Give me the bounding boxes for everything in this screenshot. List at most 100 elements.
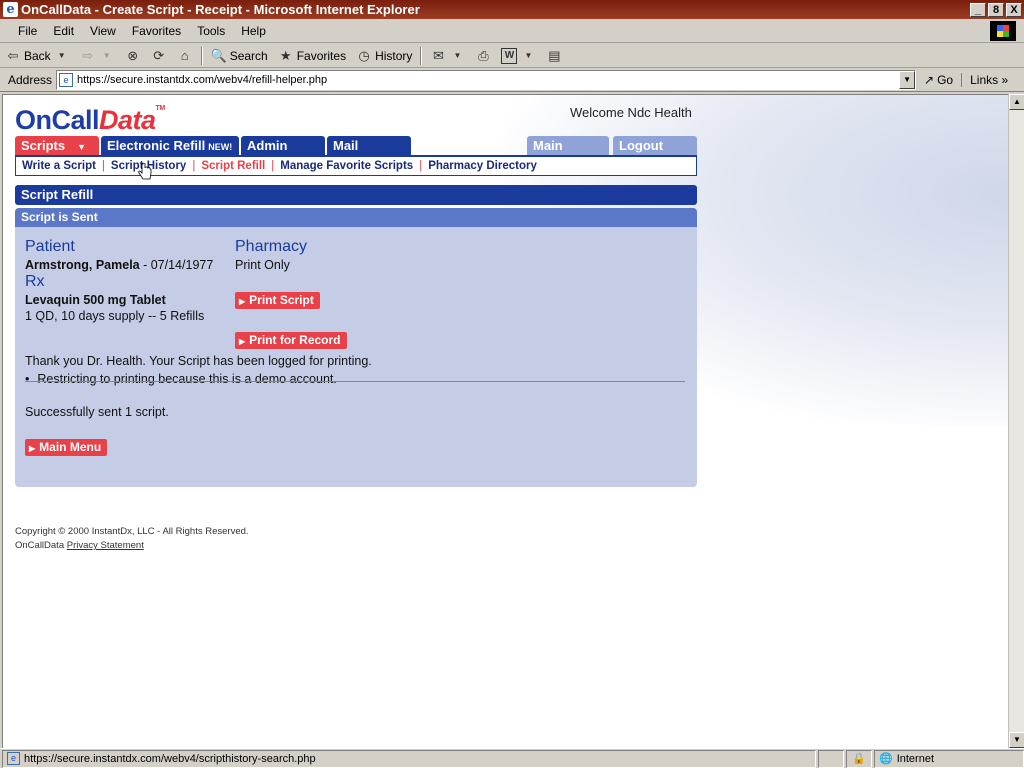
subnav-script-refill[interactable]: Script Refill	[201, 160, 265, 172]
menu-view[interactable]: View	[82, 24, 124, 38]
bullet-icon: •	[25, 372, 30, 386]
search-label: Search	[229, 48, 268, 63]
word-icon: W	[501, 47, 518, 64]
history-icon: ◷	[358, 47, 370, 63]
privacy-statement-link[interactable]: Privacy Statement	[67, 540, 144, 551]
search-icon: 🔍	[210, 47, 227, 63]
tab-mail[interactable]: Mail	[327, 136, 411, 155]
section-title-bar: Script Refill	[15, 185, 697, 205]
dropdown-arrow-icon: ▼	[102, 51, 111, 60]
title-bar: e OnCallData - Create Script - Receipt -…	[0, 0, 1024, 19]
address-dropdown-button[interactable]: ▼	[899, 71, 916, 89]
forward-arrow-icon: ⇨	[82, 47, 94, 63]
home-button[interactable]: ⌂	[172, 48, 198, 64]
history-label: History	[375, 48, 413, 63]
history-button[interactable]: ◷ History	[351, 48, 417, 64]
subnav-manage-favorites[interactable]: Manage Favorite Scripts	[280, 160, 413, 172]
print-for-record-button[interactable]: ▶ Print for Record	[235, 332, 347, 349]
refresh-button[interactable]: ⟳	[146, 48, 172, 64]
windows-logo-icon	[990, 21, 1016, 41]
search-button[interactable]: 🔍 Search	[206, 48, 273, 64]
status-url: https://secure.instantdx.com/webv4/scrip…	[24, 752, 316, 765]
stop-button[interactable]: ⊗	[120, 48, 146, 64]
vertical-scrollbar[interactable]: ▲ ▼	[1008, 94, 1024, 748]
logo-part-data: Data	[99, 105, 156, 135]
dropdown-arrow-icon: ▼	[453, 51, 462, 60]
page-icon: e	[7, 752, 20, 765]
menu-help[interactable]: Help	[233, 24, 274, 38]
divider-line	[25, 381, 685, 382]
go-label: Go	[937, 73, 954, 87]
footer-links: OnCallData Privacy Statement	[15, 539, 249, 553]
scroll-up-button[interactable]: ▲	[1009, 94, 1024, 110]
tab-scripts-label: Scripts	[21, 138, 66, 153]
patient-info: Armstrong, Pamela - 07/14/1977	[25, 258, 213, 272]
tab-electronic-refill[interactable]: Electronic Refill NEW!	[101, 136, 239, 155]
favorites-label: Favorites	[296, 48, 347, 63]
scroll-down-button[interactable]: ▼	[1009, 732, 1024, 748]
edit-word-button[interactable]: W ▼	[496, 47, 541, 64]
forward-button[interactable]: ⇨ ▼	[75, 48, 120, 64]
discuss-button[interactable]: ▤	[541, 48, 567, 64]
favorites-button[interactable]: ★ Favorites	[273, 48, 351, 64]
menu-favorites[interactable]: Favorites	[124, 24, 189, 38]
panel-header: Script is Sent	[15, 208, 697, 227]
dropdown-arrow-icon: ▼	[77, 142, 86, 152]
rx-heading: Rx	[25, 273, 45, 290]
arrow-right-icon: ▶	[29, 444, 36, 453]
footer-brand: OnCallData	[15, 540, 65, 551]
patient-name: Armstrong, Pamela	[25, 258, 140, 272]
receipt-panel: Script is Sent Patient Armstrong, Pamela…	[15, 208, 697, 487]
address-input[interactable]: e https://secure.instantdx.com/webv4/ref…	[56, 70, 917, 90]
menu-tools[interactable]: Tools	[189, 24, 233, 38]
back-label: Back	[24, 48, 51, 63]
main-menu-label: Main Menu	[39, 440, 102, 454]
main-menu-button[interactable]: ▶ Main Menu	[25, 439, 108, 456]
logo-part-oncall: OnCall	[15, 105, 100, 135]
patient-dob: - 07/14/1977	[139, 258, 214, 272]
hand-cursor-icon	[138, 163, 152, 180]
page-footer: Copyright © 2000 InstantDx, LLC - All Ri…	[15, 525, 249, 553]
home-icon: ⌂	[180, 48, 189, 63]
address-label: Address	[8, 73, 53, 87]
success-message: Successfully sent 1 script.	[25, 405, 169, 419]
scripts-subnav: Write a Script | Script History | Script R…	[15, 155, 697, 176]
go-button[interactable]: ↗ Go	[916, 73, 961, 87]
minimize-button[interactable]: _	[970, 2, 986, 17]
close-button[interactable]: X	[1006, 2, 1022, 17]
discuss-icon: ▤	[548, 47, 561, 63]
status-url-cell: e https://secure.instantdx.com/webv4/scr…	[2, 749, 816, 768]
back-button[interactable]: ⇦ Back ▼	[0, 48, 75, 64]
links-button[interactable]: Links »	[961, 73, 1016, 87]
subnav-pharmacy-directory[interactable]: Pharmacy Directory	[428, 160, 537, 172]
address-url: https://secure.instantdx.com/webv4/refil…	[77, 74, 328, 86]
security-zone: 🌐 Internet	[874, 749, 1024, 768]
go-arrow-icon: ↗	[924, 73, 935, 87]
pharmacy-heading: Pharmacy	[235, 238, 308, 255]
copyright-text: Copyright © 2000 InstantDx, LLC - All Ri…	[15, 526, 249, 537]
browser-viewport: OnCallDataTM Welcome Ndc Health Scripts ▼…	[2, 94, 1008, 748]
zone-label: Internet	[896, 752, 935, 765]
mail-button[interactable]: ✉ ▼	[425, 48, 470, 64]
tab-main[interactable]: Main	[527, 136, 609, 155]
menu-edit[interactable]: Edit	[45, 24, 82, 38]
address-bar: Address e https://secure.instantdx.com/w…	[0, 69, 1024, 92]
oncalldata-logo[interactable]: OnCallDataTM	[15, 105, 165, 136]
window-title: OnCallData - Create Script - Receipt - M…	[21, 2, 420, 17]
tab-scripts[interactable]: Scripts ▼	[15, 136, 99, 155]
tab-logout[interactable]: Logout	[613, 136, 697, 155]
restriction-note: • Restricting to printing because this is…	[25, 372, 337, 386]
main-tabs: Scripts ▼ Electronic Refill NEW! Admin Mai…	[15, 136, 697, 155]
menu-file[interactable]: File	[10, 24, 45, 38]
print-record-label: Print for Record	[249, 333, 341, 347]
print-script-button[interactable]: ▶ Print Script	[235, 292, 320, 309]
patient-heading: Patient	[25, 238, 75, 255]
tab-admin[interactable]: Admin	[241, 136, 325, 155]
stop-icon: ⊗	[127, 47, 139, 63]
refresh-icon: ⟳	[153, 47, 165, 63]
new-badge: NEW!	[208, 142, 233, 152]
print-button[interactable]: ⎙	[470, 48, 496, 64]
restore-button[interactable]: 8	[988, 2, 1004, 17]
pharmacy-value: Print Only	[235, 258, 290, 272]
subnav-write-script[interactable]: Write a Script	[22, 160, 96, 172]
